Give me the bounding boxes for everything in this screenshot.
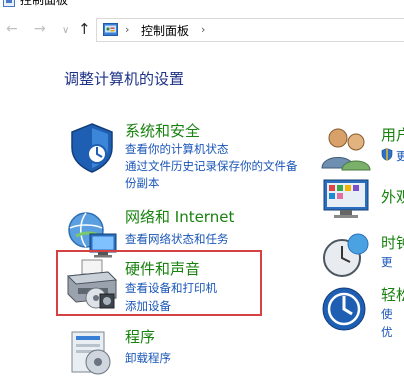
category-title[interactable]: 网络和 Internet: [125, 206, 234, 227]
category-title[interactable]: 程序: [125, 326, 155, 347]
category-title[interactable]: 轻松: [381, 284, 404, 305]
link-view-network-status[interactable]: 查看网络状态和任务: [125, 231, 229, 247]
breadcrumb-separator[interactable]: ›: [125, 23, 129, 36]
category-title[interactable]: 系统和安全: [125, 120, 200, 141]
link-file-history-backup[interactable]: 通过文件历史记录保存你的文件备: [125, 158, 298, 174]
link-clock-truncated[interactable]: 更: [381, 254, 393, 270]
programs-icon[interactable]: [64, 326, 120, 382]
link-user-truncated[interactable]: 更: [396, 148, 404, 164]
category-title[interactable]: 用户: [381, 124, 404, 145]
link-ease-truncated-2[interactable]: 优: [381, 324, 393, 340]
recent-locations-dropdown[interactable]: ∨: [62, 23, 69, 39]
breadcrumb-separator[interactable]: ›: [201, 23, 205, 36]
control-panel-icon: [103, 23, 118, 36]
page-heading: 调整计算机的设置: [64, 70, 185, 88]
forward-button[interactable]: →: [34, 21, 46, 37]
users-icon[interactable]: [320, 124, 372, 172]
address-bar[interactable]: › 控制面板 ›: [96, 18, 404, 42]
link-add-device[interactable]: 添加设备: [125, 298, 171, 314]
clock-icon[interactable]: [320, 232, 372, 280]
window-title: 控制面板: [20, 0, 69, 7]
printer-icon[interactable]: [64, 258, 120, 314]
title-bar: 控制面板: [0, 0, 404, 12]
shield-icon[interactable]: [64, 120, 120, 176]
category-title[interactable]: 硬件和声音: [125, 258, 200, 279]
category-title[interactable]: 时钟: [381, 232, 404, 253]
up-button[interactable]: ↑: [78, 21, 91, 37]
category-title[interactable]: 外观: [381, 186, 404, 207]
uac-shield-icon: [381, 148, 393, 161]
back-button[interactable]: ←: [6, 21, 18, 37]
breadcrumb-control-panel[interactable]: 控制面板: [141, 22, 189, 39]
ease-of-access-icon[interactable]: [320, 284, 372, 334]
navigation-bar: ← → ∨ ↑ › 控制面板 ›: [0, 12, 404, 46]
link-file-history-backup-cont[interactable]: 份副本: [125, 175, 160, 191]
link-view-computer-status[interactable]: 查看你的计算机状态: [125, 141, 229, 157]
control-panel-icon: [3, 0, 15, 7]
link-view-devices-printers[interactable]: 查看设备和打印机: [125, 280, 217, 296]
appearance-icon[interactable]: [320, 176, 372, 224]
link-ease-truncated-1[interactable]: 使: [381, 306, 393, 322]
